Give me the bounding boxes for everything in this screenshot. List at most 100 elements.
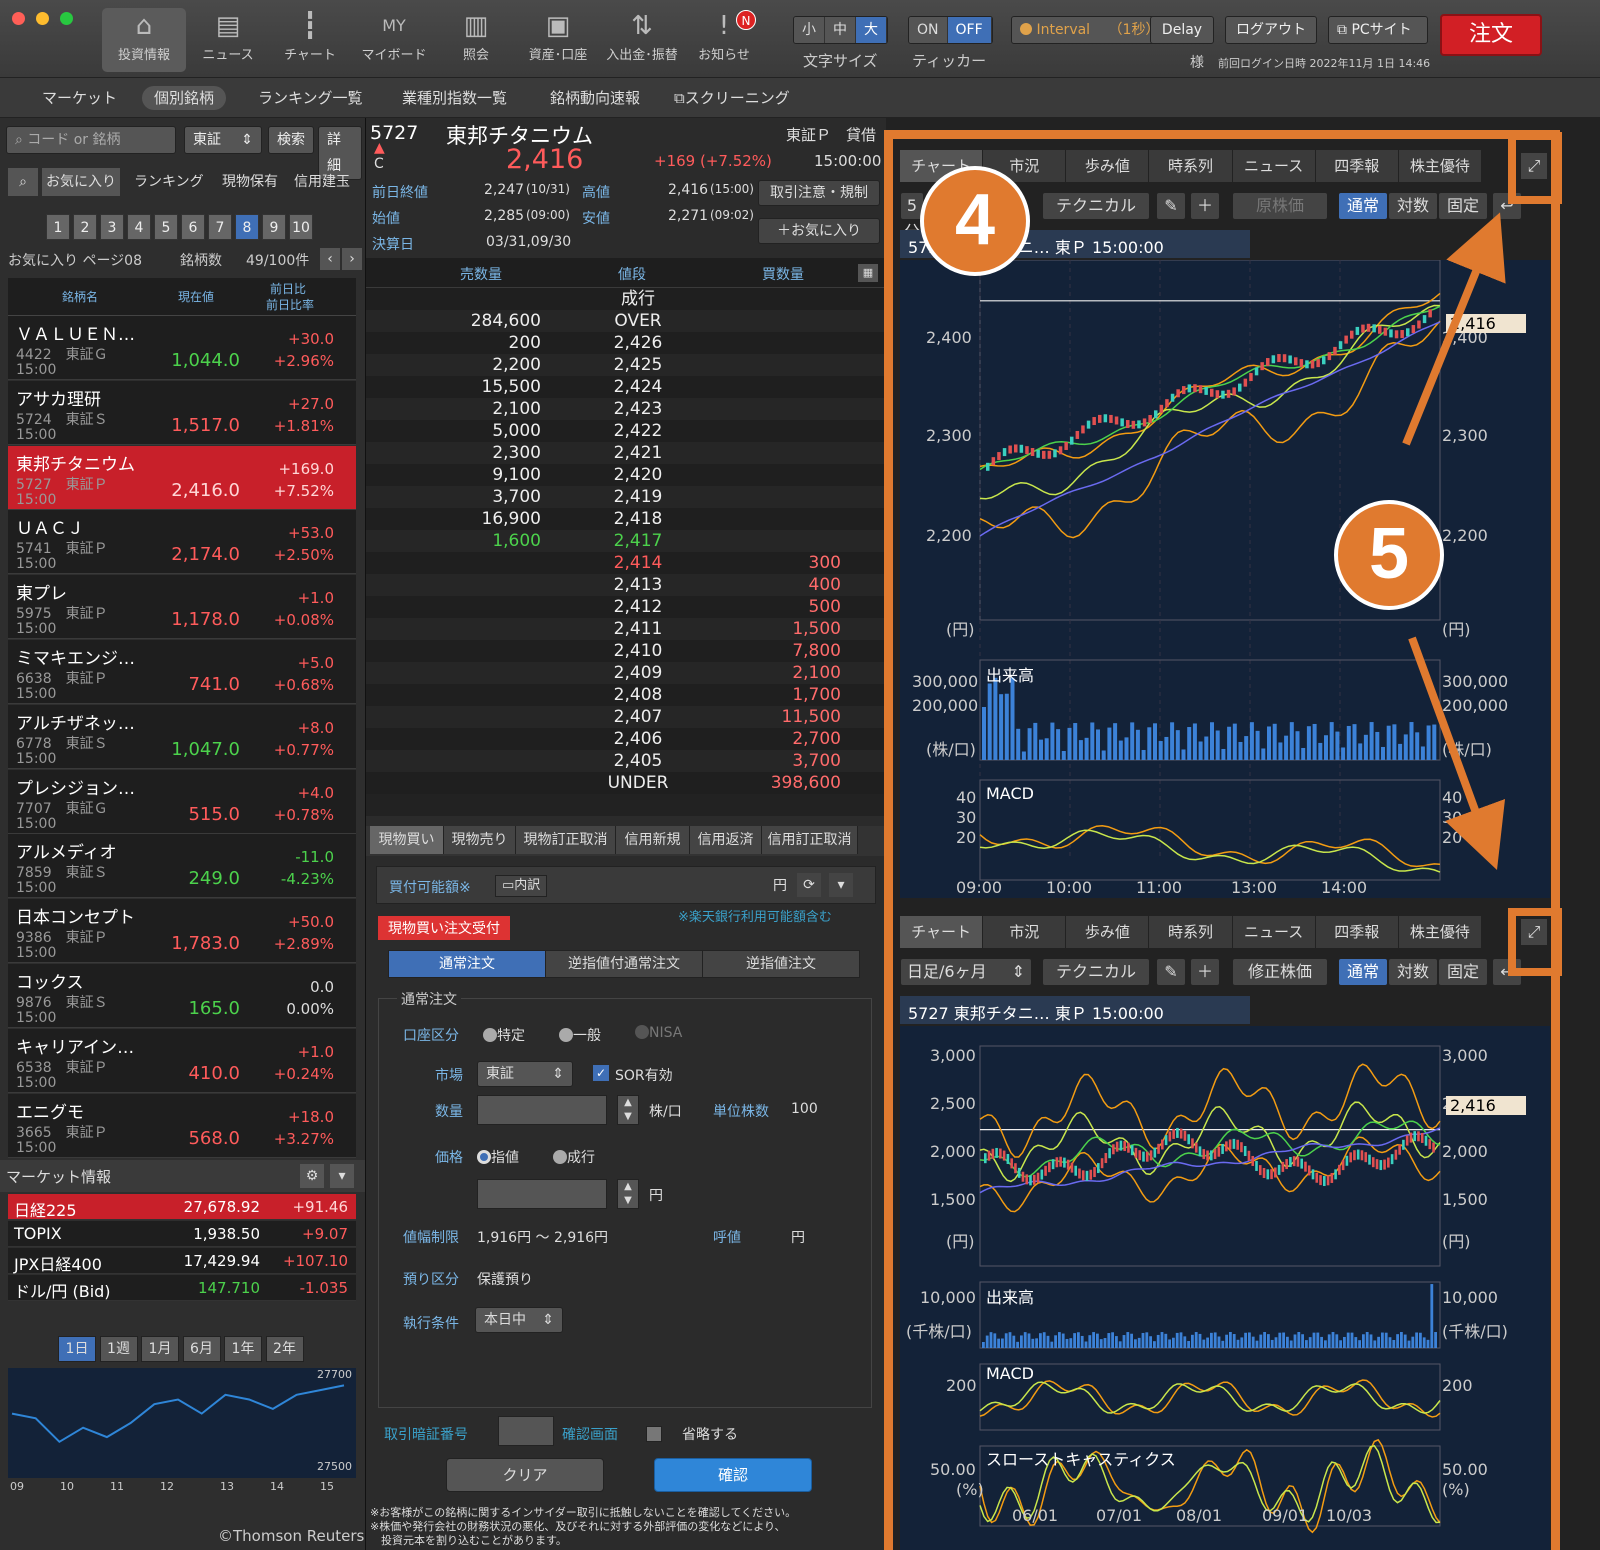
list-item[interactable]: 東邦チタニウム 5727 東証Ｐ 15:00 2,416.0 +169.0 +7.52% bbox=[8, 445, 356, 510]
pin-input[interactable] bbox=[498, 1416, 554, 1446]
page-button[interactable]: 1 bbox=[46, 214, 70, 240]
list-item[interactable]: プレシジョン… 7707 東証Ｇ 15:00 515.0 +4.0 +0.78% bbox=[8, 769, 356, 834]
zoom-window-icon[interactable] bbox=[60, 12, 73, 25]
page-button[interactable]: 2 bbox=[73, 214, 97, 240]
sor-checkbox[interactable]: ✓ bbox=[593, 1065, 609, 1081]
list-item[interactable]: アサカ理研 5724 東証Ｓ 15:00 1,517.0 +27.0 +1.81% bbox=[8, 380, 356, 445]
nav-ranking[interactable]: ランキング一覧 bbox=[246, 86, 375, 110]
toolbar-chart[interactable]: ┇ チャート bbox=[268, 8, 352, 72]
order-button[interactable]: 注文 bbox=[1440, 14, 1542, 56]
price-market-radio[interactable]: 成行 bbox=[553, 1147, 595, 1167]
tab-stop-normal-order[interactable]: 逆指値付通常注文 bbox=[545, 951, 702, 977]
ticker-off[interactable]: OFF bbox=[947, 17, 992, 43]
orderbook-row[interactable]: 2,100 2,423 bbox=[366, 398, 886, 420]
market-row[interactable]: 日経225 27,678.92 +91.46 bbox=[8, 1194, 356, 1220]
orderbook-row[interactable]: 1,600 2,417 bbox=[366, 530, 886, 552]
page-button[interactable]: 10 bbox=[289, 214, 313, 240]
account-ippan[interactable]: 一般 bbox=[559, 1025, 601, 1045]
order-tab[interactable]: 信用返済 bbox=[690, 826, 762, 854]
page-button[interactable]: 4 bbox=[127, 214, 151, 240]
page-button[interactable]: 9 bbox=[262, 214, 286, 240]
add-favorite-button[interactable]: ＋お気に入り bbox=[758, 218, 880, 244]
page-button[interactable]: 6 bbox=[181, 214, 205, 240]
range-button[interactable]: 6月 bbox=[182, 1336, 221, 1362]
orderbook-row[interactable]: 2,408 1,700 bbox=[366, 684, 886, 706]
list-item[interactable]: アルチザネッ… 6778 東証Ｓ 15:00 1,047.0 +8.0 +0.77% bbox=[8, 704, 356, 769]
market-select[interactable]: 東証 ⇕ bbox=[184, 126, 262, 154]
refresh-icon[interactable]: ⟳ bbox=[797, 873, 821, 897]
list-item[interactable]: コックス 9876 東証Ｓ 15:00 165.0 0.0 0.00% bbox=[8, 964, 356, 1028]
orderbook-row[interactable]: 2,407 11,500 bbox=[366, 706, 886, 728]
order-tab[interactable]: 信用訂正取消 bbox=[762, 826, 858, 854]
list-item[interactable]: 東プレ 5975 東証Ｐ 15:00 1,178.0 +1.0 +0.08% bbox=[8, 575, 356, 640]
order-tab[interactable]: 現物訂正取消 bbox=[516, 826, 616, 854]
tab-margin[interactable]: 信用建玉 bbox=[290, 168, 354, 196]
font-size-small[interactable]: 小 bbox=[794, 17, 825, 43]
toolbar-myboard[interactable]: MY マイボード bbox=[352, 8, 436, 72]
dropdown-icon[interactable]: ▾ bbox=[829, 873, 853, 897]
account-nisa[interactable]: NISA bbox=[635, 1025, 682, 1041]
orderbook-row[interactable]: 200 2,426 bbox=[366, 332, 886, 354]
list-item[interactable]: ミマキエンジ… 6638 東証Ｐ 15:00 741.0 +5.0 +0.68% bbox=[8, 640, 356, 704]
ticker-on[interactable]: ON bbox=[909, 17, 948, 43]
gear-icon[interactable]: ⚙ bbox=[300, 1164, 324, 1188]
tab-ranking[interactable]: ランキング bbox=[130, 168, 208, 196]
tab-normal-order[interactable]: 通常注文 bbox=[389, 951, 545, 977]
range-button[interactable]: 1月 bbox=[141, 1336, 179, 1362]
orderbook-row[interactable]: 2,414 300 bbox=[366, 552, 886, 574]
list-item[interactable]: キャリアイン… 6538 東証Ｐ 15:00 410.0 +1.0 +0.24% bbox=[8, 1028, 356, 1093]
pcsite-button[interactable]: ⧉ PCサイト bbox=[1328, 16, 1428, 44]
toolbar-assets[interactable]: ▣ 資産･口座 bbox=[516, 8, 600, 72]
chevron-right-icon[interactable]: › bbox=[342, 248, 362, 270]
orderbook-row[interactable]: 2,200 2,425 bbox=[366, 354, 886, 376]
logout-button[interactable]: ログアウト bbox=[1225, 16, 1317, 44]
list-item[interactable]: 日本コンセプト 9386 東証Ｐ 15:00 1,783.0 +50.0 +2.89% bbox=[8, 899, 356, 964]
nav-industry-index[interactable]: 業種別指数一覧 bbox=[390, 86, 519, 110]
page-button[interactable]: 5 bbox=[154, 214, 178, 240]
caution-button[interactable]: 取引注意・規制 bbox=[758, 180, 880, 206]
market-row[interactable]: JPX日経400 17,429.94 +107.10 bbox=[8, 1248, 356, 1274]
toolbar-news[interactable]: ▤ ニュース bbox=[186, 8, 270, 72]
order-tab[interactable]: 現物買い bbox=[370, 826, 444, 854]
search-input[interactable]: ⌕ コード or 銘柄 bbox=[6, 126, 176, 154]
range-button[interactable]: 2年 bbox=[265, 1336, 304, 1362]
qty-input[interactable] bbox=[477, 1095, 607, 1125]
font-size-medium[interactable]: 中 bbox=[825, 17, 856, 43]
nav-screening[interactable]: ⧉スクリーニング bbox=[662, 86, 802, 110]
page-button[interactable]: 7 bbox=[208, 214, 232, 240]
price-limit-radio[interactable]: 指値 bbox=[477, 1147, 519, 1167]
orderbook-row[interactable]: 2,411 1,500 bbox=[366, 618, 886, 640]
orderbook-row[interactable]: 16,900 2,418 bbox=[366, 508, 886, 530]
range-button[interactable]: 1年 bbox=[224, 1336, 262, 1362]
toolbar-transfer[interactable]: ⇅ 入出金･振替 bbox=[600, 8, 684, 72]
page-button[interactable]: 8 bbox=[235, 214, 259, 240]
orderbook-row[interactable]: UNDER 398,600 bbox=[366, 772, 886, 794]
range-button[interactable]: 1日 bbox=[58, 1336, 96, 1362]
orderbook-row[interactable]: 2,406 2,700 bbox=[366, 728, 886, 750]
qty-stepper[interactable]: ▲ ▼ bbox=[617, 1095, 639, 1125]
toolbar-inquiry[interactable]: ▥ 照会 bbox=[434, 8, 518, 72]
order-market-select[interactable]: 東証 ⇕ bbox=[477, 1061, 573, 1087]
account-tokutei[interactable]: 特定 bbox=[483, 1025, 525, 1045]
orderbook-row[interactable]: 5,000 2,422 bbox=[366, 420, 886, 442]
price-stepper[interactable]: ▲ ▼ bbox=[617, 1179, 639, 1209]
page-button[interactable]: 3 bbox=[100, 214, 124, 240]
list-item[interactable]: ＶＡＬＵＥＮ… 4422 東証Ｇ 15:00 1,044.0 +30.0 +2.96% bbox=[8, 316, 356, 380]
tab-holdings[interactable]: 現物保有 bbox=[218, 168, 282, 196]
confirm-button[interactable]: 確認 bbox=[654, 1458, 812, 1492]
minimize-window-icon[interactable] bbox=[36, 12, 49, 25]
market-row[interactable]: ドル/円 (Bid) 147.710 -1.035 bbox=[8, 1275, 356, 1301]
search-button[interactable]: 検索 bbox=[268, 126, 314, 154]
nav-stock-trend[interactable]: 銘柄動向速報 bbox=[538, 86, 652, 110]
settings-grid-icon[interactable]: ▦ bbox=[858, 264, 878, 282]
market-row[interactable]: TOPIX 1,938.50 +9.07 bbox=[8, 1221, 356, 1247]
clear-button[interactable]: クリア bbox=[446, 1458, 604, 1492]
orderbook-row[interactable]: 2,413 400 bbox=[366, 574, 886, 596]
nav-individual-stock[interactable]: 個別銘柄 bbox=[142, 86, 227, 110]
font-size-large[interactable]: 大 bbox=[856, 17, 887, 43]
orderbook-row[interactable]: 2,405 3,700 bbox=[366, 750, 886, 772]
tab-favorites[interactable]: お気に入り bbox=[42, 168, 120, 196]
orderbook-row[interactable]: 9,100 2,420 bbox=[366, 464, 886, 486]
exec-select[interactable]: 本日中 ⇕ bbox=[475, 1307, 563, 1333]
toolbar-invest-info[interactable]: ⌂ 投資情報 bbox=[102, 8, 186, 72]
